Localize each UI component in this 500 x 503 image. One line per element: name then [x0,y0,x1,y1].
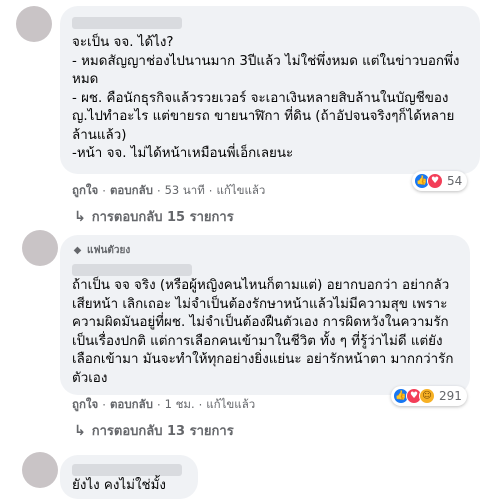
comment-text: ยังไง คงไม่ใช่มั้ง [72,478,166,493]
like-button[interactable]: ถูกใจ [72,396,98,414]
separator: · [198,398,203,412]
comment-text: จะเป็น จจ. ได้ไง? - หมดสัญญาช่องไปนานมาก… [72,35,460,161]
replies-label: การตอบกลับ 15 รายการ [91,210,234,225]
comment-actions: ถูกใจ · ตอบกลับ · 53 นาที · แก้ไขแล้ว [72,182,265,200]
replies-label: การตอบกลับ 13 รายการ [91,424,234,439]
avatar[interactable] [22,452,58,488]
separator: · [102,398,106,412]
avatar[interactable] [22,230,58,266]
avatar[interactable] [16,6,52,42]
reaction-summary[interactable]: 👍 ♥ 54 [412,171,468,191]
reply-button[interactable]: ตอบกลับ [110,396,153,414]
reaction-count: 291 [439,389,462,403]
author-name-redacted[interactable] [72,461,186,476]
comment-bubble: ◆ แฟนตัวยง ถ้าเป็น จจ จริง (หรือผู้หญิงค… [60,235,470,395]
comment-bubble: จะเป็น จจ. ได้ไง? - หมดสัญญาช่องไปนานมาก… [60,6,480,174]
edited-label[interactable]: แก้ไขแล้ว [206,396,255,414]
separator: · [102,184,106,198]
timestamp[interactable]: 1 ชม. [165,396,195,414]
diamond-icon: ◆ [73,244,82,256]
fan-badge: ◆ แฟนตัวยง [72,243,458,257]
heart-icon: ♥ [427,173,443,189]
separator: · [156,398,161,412]
like-button[interactable]: ถูกใจ [72,182,98,200]
reply-arrow-icon: ↳ [74,422,86,439]
separator: · [208,184,213,198]
reply-button[interactable]: ตอบกลับ [110,182,153,200]
author-name-redacted[interactable] [72,14,468,30]
comment-bubble: ยังไง คงไม่ใช่มั้ง [60,455,198,499]
badge-label: แฟนตัวยง [87,244,131,256]
reply-arrow-icon: ↳ [74,208,86,225]
timestamp[interactable]: 53 นาที [165,182,205,200]
comment-actions: ถูกใจ · ตอบกลับ · 1 ชม. · แก้ไขแล้ว [72,396,255,414]
edited-label[interactable]: แก้ไขแล้ว [216,182,265,200]
view-replies-button[interactable]: ↳ การตอบกลับ 13 รายการ [74,420,234,441]
care-face-icon: ☺ [419,388,435,404]
separator: · [156,184,161,198]
reaction-count: 54 [447,174,463,188]
comment-text: ถ้าเป็น จจ จริง (หรือผู้หญิงคนไหนก็ตามแต… [72,278,454,386]
view-replies-button[interactable]: ↳ การตอบกลับ 15 รายการ [74,206,234,227]
author-name-redacted[interactable] [72,261,458,276]
reaction-summary[interactable]: 👍 ♥ ☺ 291 [391,386,467,406]
